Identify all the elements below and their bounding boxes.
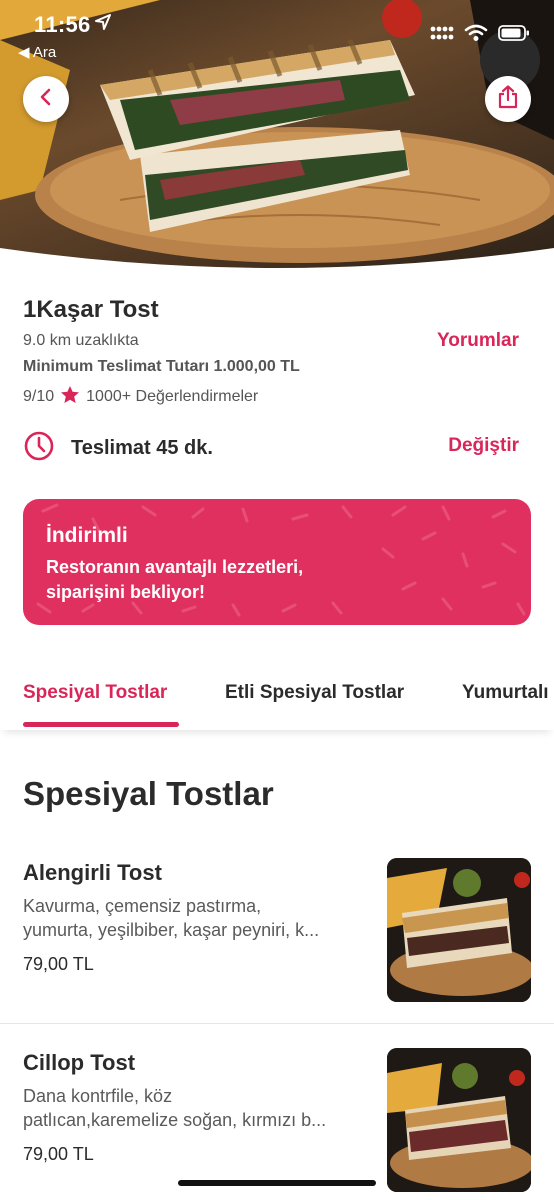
menu-item-image — [387, 1048, 531, 1192]
location-arrow-icon — [95, 14, 111, 35]
star-icon — [60, 385, 80, 409]
menu-item-name: Cillop Tost — [23, 1050, 136, 1075]
rating-score: 9/10 — [23, 388, 55, 405]
menu-item-name: Alengirli Tost — [23, 860, 162, 885]
description-line: patlıcan,karemelize soğan, kırmızı b... — [23, 1110, 327, 1130]
back-button[interactable] — [23, 76, 69, 122]
hero-image: 11:56 ◀ Ara — [0, 0, 554, 272]
menu-item-image — [387, 858, 531, 1002]
menu-item-description: Dana kontrfile, köz patlıcan,karemelize … — [23, 1084, 368, 1132]
status-back-link[interactable]: ◀ Ara — [18, 43, 56, 61]
share-icon — [497, 84, 519, 114]
rating-count: 1000+ Değerlendirmeler — [86, 388, 259, 405]
signal-icon — [430, 25, 454, 46]
restaurant-name: 1Kaşar Tost — [23, 296, 159, 323]
clock-icon — [23, 430, 55, 467]
menu-item-price: 79,00 TL — [23, 1144, 94, 1164]
discount-banner[interactable]: İndirimli Restoranın avantajlı lezzetler… — [23, 499, 531, 625]
change-delivery-link[interactable]: Değiştir — [448, 435, 519, 457]
chevron-left-icon — [37, 87, 55, 112]
min-order-amount: Minimum Teslimat Tutarı 1.000,00 TL — [23, 358, 300, 375]
description-line: yumurta, yeşilbiber, kaşar peyniri, k... — [23, 920, 320, 940]
home-indicator — [178, 1180, 376, 1186]
tab-spesiyal-tostlar[interactable]: Spesiyal Tostlar — [23, 682, 167, 704]
banner-text: Restoranın avantajlı lezzetleri, sipariş… — [46, 555, 376, 605]
delivery-time: Teslimat 45 dk. — [71, 437, 213, 459]
active-tab-indicator — [23, 722, 179, 727]
tab-etli-spesiyal-tostlar[interactable]: Etli Spesiyal Tostlar — [225, 682, 404, 704]
status-time: 11:56 — [34, 12, 91, 37]
delivery-row: Teslimat 45 dk. — [23, 430, 213, 467]
wifi-icon — [464, 24, 488, 47]
reviews-link[interactable]: Yorumlar — [437, 330, 519, 352]
section-title: Spesiyal Tostlar — [23, 775, 274, 812]
menu-item-description: Kavurma, çemensiz pastırma, yumurta, yeş… — [23, 894, 368, 942]
tab-yumurtali[interactable]: Yumurtalı — [462, 682, 549, 704]
banner-text-line: Restoranın avantajlı lezzetleri, — [46, 557, 304, 577]
restaurant-distance: 9.0 km uzaklıkta — [23, 332, 139, 349]
hero-curve — [0, 248, 554, 272]
rating-row: 9/10 1000+ Değerlendirmeler — [23, 385, 258, 409]
category-tabs: Spesiyal Tostlar Etli Spesiyal Tostlar Y… — [0, 672, 554, 730]
banner-title: İndirimli — [46, 524, 128, 547]
status-bar: 11:56 ◀ Ara — [0, 0, 554, 61]
banner-text-line: siparişini bekliyor! — [46, 582, 206, 602]
menu-item-price: 79,00 TL — [23, 954, 94, 974]
menu-item[interactable]: Alengirli Tost Kavurma, çemensiz pastırm… — [0, 858, 554, 1024]
share-button[interactable] — [485, 76, 531, 122]
status-icons — [430, 24, 530, 47]
description-line: Kavurma, çemensiz pastırma, — [23, 896, 262, 916]
battery-icon — [498, 24, 530, 47]
description-line: Dana kontrfile, köz — [23, 1086, 173, 1106]
menu-item[interactable]: Cillop Tost Dana kontrfile, köz patlıcan… — [0, 1048, 554, 1200]
